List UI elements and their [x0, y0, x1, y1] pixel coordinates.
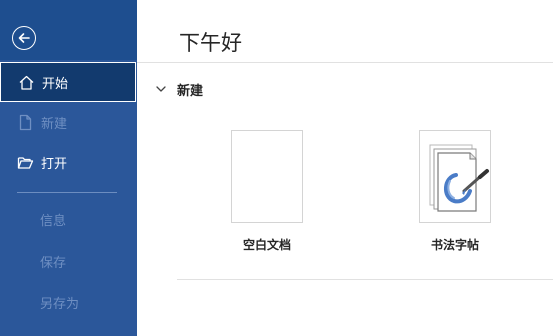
new-document-icon: [17, 114, 34, 131]
backstage-sidebar: 开始 新建 打开 信息 保存 另存为: [0, 0, 137, 336]
sidebar-item-label: 另存为: [40, 296, 80, 312]
template-calligraphy[interactable]: 书法字帖: [419, 130, 499, 260]
header-divider: [137, 62, 553, 63]
backstage-main: 下午好 新建 空白文档 书法字帖: [137, 0, 553, 336]
sidebar-item-label: 保存: [40, 255, 67, 271]
word-backstage-home: 开始 新建 打开 信息 保存 另存为 下午好 新建 空白文档 书法字帖: [0, 0, 553, 336]
sidebar-item-open[interactable]: 打开: [0, 142, 137, 182]
folder-open-icon: [17, 154, 34, 171]
template-label: 空白文档: [242, 238, 291, 252]
back-arrow-icon: [18, 33, 30, 43]
sidebar-item-label: 打开: [41, 156, 68, 172]
sidebar-item-save-as: 另存为: [0, 282, 137, 322]
home-icon: [18, 74, 35, 91]
page-title: 下午好: [179, 31, 242, 55]
sidebar-divider: [17, 192, 117, 193]
sidebar-item-label: 信息: [40, 213, 67, 229]
new-section-toggle[interactable]: 新建: [155, 79, 203, 99]
sidebar-item-label: 新建: [41, 116, 68, 132]
sidebar-item-info: 信息: [0, 199, 137, 239]
blank-document-thumbnail: [231, 130, 303, 223]
back-button[interactable]: [12, 26, 36, 50]
sidebar-item-new: 新建: [0, 102, 137, 142]
back-area: [0, 0, 137, 60]
template-label: 书法字帖: [430, 238, 479, 252]
chevron-down-icon: [156, 86, 166, 92]
section-divider: [177, 279, 553, 280]
sidebar-item-label: 开始: [42, 76, 69, 92]
template-blank-document[interactable]: 空白文档: [231, 130, 311, 260]
calligraphy-thumbnail: [419, 130, 491, 223]
sidebar-item-save: 保存: [0, 241, 137, 281]
calligraphy-brush-icon: [429, 144, 489, 212]
section-title: 新建: [177, 83, 204, 99]
sidebar-item-home[interactable]: 开始: [0, 62, 136, 102]
